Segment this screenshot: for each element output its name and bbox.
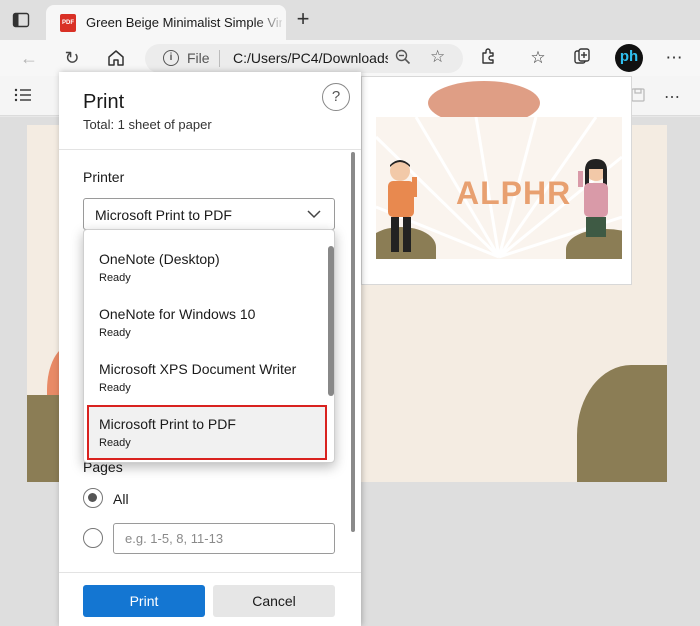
- printer-dropdown: OneNote (Desktop) Ready OneNote for Wind…: [83, 229, 335, 463]
- print-button[interactable]: Print: [83, 585, 205, 617]
- boy-illustration: [388, 160, 417, 252]
- collections-icon[interactable]: [571, 47, 593, 69]
- refresh-icon[interactable]: ↻: [60, 46, 84, 70]
- printer-option-print-to-pdf[interactable]: Microsoft Print to PDF Ready: [87, 405, 327, 460]
- printer-select-value: Microsoft Print to PDF: [95, 207, 232, 223]
- pages-all-radio[interactable]: [83, 488, 103, 508]
- printer-option-name: OneNote for Windows 10: [99, 306, 256, 322]
- printer-option-name: OneNote (Desktop): [99, 251, 220, 267]
- help-button[interactable]: ?: [322, 83, 350, 111]
- cancel-button[interactable]: Cancel: [213, 585, 335, 617]
- profile-avatar[interactable]: ph: [615, 44, 643, 72]
- printer-option-name: Microsoft XPS Document Writer: [99, 361, 297, 377]
- new-tab-button[interactable]: +: [292, 8, 314, 31]
- preview-headline: ALPHR: [456, 175, 572, 211]
- printer-label: Printer: [83, 169, 125, 185]
- home-icon[interactable]: [104, 46, 128, 70]
- printer-select[interactable]: Microsoft Print to PDF: [83, 198, 335, 230]
- preview-card: ALPHR: [376, 117, 622, 259]
- chevron-down-icon: [307, 210, 321, 219]
- more-options-icon[interactable]: ⋯: [664, 87, 680, 107]
- browser-tab[interactable]: PDF Green Beige Minimalist Simple Vintag…: [46, 5, 286, 40]
- print-preview: ALPHR: [361, 76, 632, 285]
- printer-option-status: Ready: [99, 272, 131, 284]
- printer-option-status: Ready: [99, 382, 131, 394]
- zoom-out-icon[interactable]: [395, 49, 411, 69]
- more-icon[interactable]: ⋯: [663, 47, 685, 69]
- tab-title: Green Beige Minimalist Simple Vintage: [86, 15, 282, 30]
- navigation-bar: ← ↻ i File C:/Users/PC4/Downloads ☆ ☆ ph…: [0, 40, 700, 76]
- pages-custom-radio[interactable]: [83, 528, 103, 548]
- pages-all-label: All: [113, 491, 129, 507]
- tab-actions-icon[interactable]: [12, 11, 30, 29]
- printer-option-onenote-windows10[interactable]: OneNote for Windows 10 Ready: [84, 295, 324, 350]
- sheet-count: Total: 1 sheet of paper: [83, 117, 212, 132]
- dialog-scrollbar[interactable]: [351, 152, 355, 532]
- add-favorite-icon[interactable]: ☆: [430, 47, 445, 67]
- back-icon[interactable]: ←: [17, 46, 41, 70]
- dropdown-scrollbar[interactable]: [328, 246, 334, 396]
- printer-option-name: Microsoft Print to PDF: [99, 416, 236, 432]
- pages-range-input[interactable]: [113, 523, 335, 554]
- printer-option-onenote-desktop[interactable]: OneNote (Desktop) Ready: [84, 240, 324, 295]
- printer-option-status: Ready: [99, 437, 131, 449]
- printer-option-status: Ready: [99, 327, 131, 339]
- contents-icon[interactable]: [14, 87, 32, 108]
- girl-illustration: [578, 159, 608, 237]
- printer-option-xps-writer[interactable]: Microsoft XPS Document Writer Ready: [84, 350, 324, 405]
- url-text[interactable]: C:/Users/PC4/Downloads: [233, 50, 388, 66]
- print-dialog: Print Total: 1 sheet of paper ? Printer …: [59, 72, 361, 626]
- favorites-icon[interactable]: ☆: [527, 47, 549, 69]
- extensions-icon[interactable]: [478, 47, 500, 69]
- pdf-file-icon: PDF: [60, 14, 76, 32]
- scheme-label: File: [187, 50, 210, 66]
- save-icon[interactable]: [630, 87, 646, 108]
- address-bar[interactable]: i File C:/Users/PC4/Downloads ☆: [145, 44, 463, 73]
- info-icon[interactable]: i: [163, 50, 179, 66]
- pages-range-field[interactable]: [125, 524, 325, 553]
- dialog-title: Print: [83, 91, 125, 113]
- tab-strip: PDF Green Beige Minimalist Simple Vintag…: [0, 0, 700, 40]
